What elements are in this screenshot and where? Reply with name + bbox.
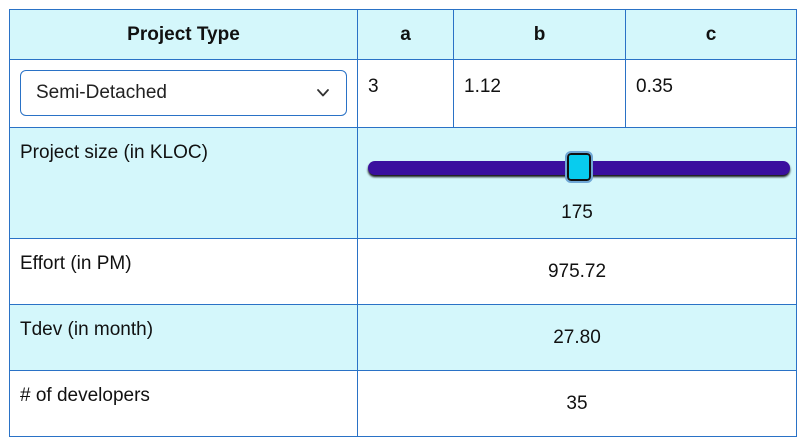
project-size-slider-thumb[interactable] — [565, 151, 593, 183]
coefficient-a-value: 3 — [357, 59, 454, 128]
header-b: b — [453, 9, 626, 60]
project-type-select[interactable]: Semi-Detached — [20, 70, 347, 116]
developers-value: 35 — [357, 370, 797, 437]
project-size-label: Project size (in KLOC) — [9, 127, 358, 239]
tdev-value: 27.80 — [357, 304, 797, 371]
cocomo-table: Project Type a b c Semi-Detached 3 1.12 … — [9, 9, 797, 437]
developers-label: # of developers — [9, 370, 358, 437]
coefficient-c-value: 0.35 — [625, 59, 797, 128]
header-a: a — [357, 9, 454, 60]
chevron-down-icon — [317, 89, 329, 97]
project-type-selected-value: Semi-Detached — [36, 82, 167, 103]
header-project-type: Project Type — [9, 9, 358, 60]
tdev-label: Tdev (in month) — [9, 304, 358, 371]
coefficient-b-value: 1.12 — [453, 59, 626, 128]
header-c: c — [625, 9, 797, 60]
project-size-value: 175 — [561, 202, 593, 223]
project-size-cell: 175 — [357, 127, 797, 239]
project-type-cell: Semi-Detached — [9, 59, 358, 128]
effort-label: Effort (in PM) — [9, 238, 358, 305]
effort-value: 975.72 — [357, 238, 797, 305]
